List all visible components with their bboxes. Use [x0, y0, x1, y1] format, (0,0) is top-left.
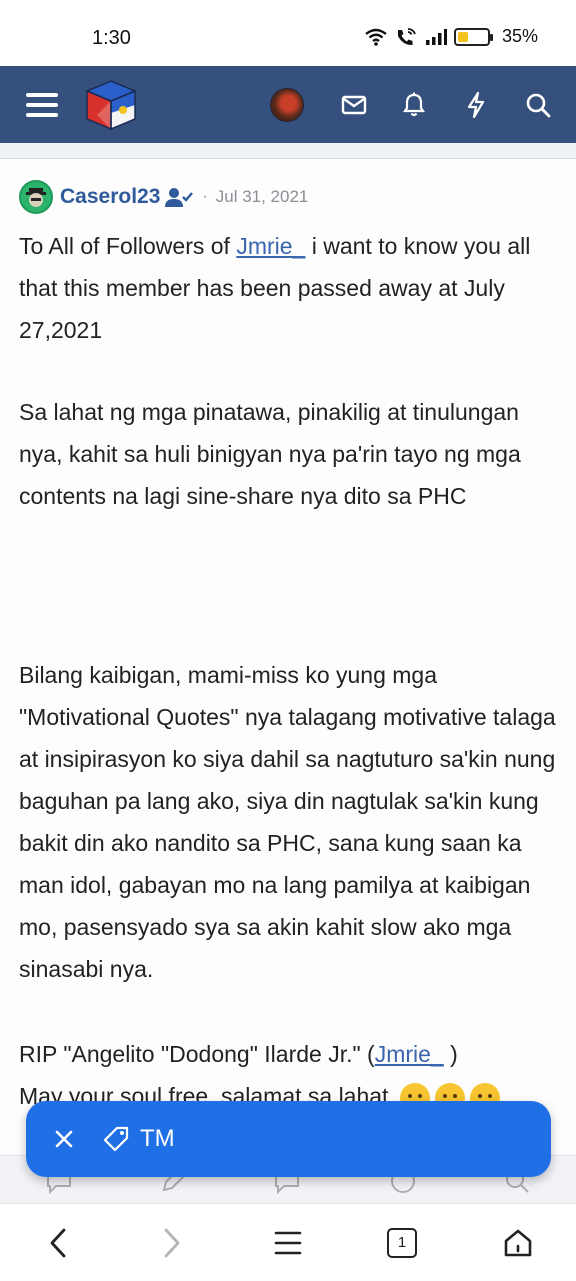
post-date[interactable]: Jul 31, 2021: [216, 187, 309, 207]
post-header: Caserol23 · Jul 31, 2021: [19, 180, 308, 214]
paragraph-text: RIP "Angelito "Dodong" Ilarde Jr." (: [19, 1041, 375, 1067]
tag-chip[interactable]: TM: [26, 1101, 551, 1177]
poster-avatar-icon: [26, 188, 46, 207]
site-logo[interactable]: [82, 66, 140, 143]
post-paragraph-2: Sa lahat ng mga pinatawa, pinakilig at t…: [19, 399, 521, 509]
status-time: 1:30: [92, 27, 131, 49]
forward-icon: [164, 1228, 180, 1257]
bell-icon: [402, 92, 426, 116]
poster-avatar[interactable]: [19, 180, 53, 214]
tab-count: 1: [397, 1234, 407, 1251]
post-paragraph-1: To All of Followers of Jmrie_ i want to …: [19, 225, 564, 351]
menu-icon: [26, 92, 58, 117]
tabs-icon: 1: [387, 1227, 417, 1258]
tabs-button[interactable]: 1: [372, 1204, 432, 1281]
home-button[interactable]: [488, 1204, 548, 1281]
user-avatar: [270, 87, 304, 122]
search-icon: [526, 93, 551, 117]
forward-button[interactable]: [142, 1204, 202, 1281]
home-icon: [504, 1229, 532, 1256]
forum-header: [0, 66, 576, 143]
wifi-call-icon: [397, 27, 416, 45]
user-mention[interactable]: Jmrie_: [375, 1041, 444, 1067]
search-button[interactable]: [520, 66, 556, 143]
tag-chip-close-button[interactable]: [26, 1101, 102, 1177]
browser-nav-bar: 1: [0, 1203, 576, 1280]
battery-percent: 35%: [501, 26, 538, 46]
back-icon: [50, 1228, 66, 1257]
whats-new-button[interactable]: [458, 66, 494, 143]
back-button[interactable]: [28, 1204, 88, 1281]
tag-chip-content[interactable]: TM: [102, 1125, 175, 1153]
poster-username[interactable]: Caserol23: [60, 185, 160, 209]
post-paragraph-4: RIP "Angelito "Dodong" Ilarde Jr." (Jmri…: [19, 1033, 564, 1075]
site-logo-icon: [85, 79, 137, 130]
status-icons: 35%: [364, 26, 538, 47]
mail-icon: [341, 95, 367, 114]
user-mention[interactable]: Jmrie_: [236, 233, 305, 259]
paragraph-text: To All of Followers of: [19, 233, 237, 259]
user-verified-icon: [165, 188, 194, 207]
battery-level: [457, 31, 468, 42]
menu-button[interactable]: [22, 66, 62, 143]
paragraph-text: ): [443, 1041, 458, 1067]
menu-icon: [274, 1231, 302, 1254]
signal-icon: [425, 28, 447, 45]
status-bar: 1:30 35%: [0, 0, 576, 66]
header-divider: [0, 143, 576, 159]
alerts-button[interactable]: [396, 66, 432, 143]
post-paragraph-3: Bilang kaibigan, mami-miss ko yung mga "…: [19, 662, 556, 982]
inbox-button[interactable]: [336, 66, 372, 143]
tag-chip-label: TM: [140, 1125, 175, 1152]
wifi-icon: [365, 28, 387, 46]
user-avatar-button[interactable]: [268, 66, 306, 143]
battery-icon: [453, 27, 493, 46]
close-icon: [55, 1130, 73, 1148]
bolt-icon: [467, 91, 485, 118]
menu-button-browser[interactable]: [258, 1204, 318, 1281]
meta-separator: ·: [202, 188, 208, 205]
tag-icon: [103, 1126, 129, 1152]
